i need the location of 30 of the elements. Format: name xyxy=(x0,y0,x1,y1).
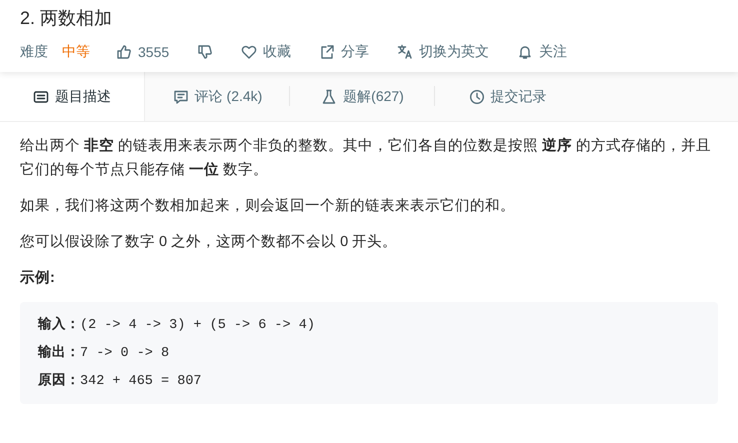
problem-title: 2. 两数相加 xyxy=(20,7,114,30)
translate-icon xyxy=(397,44,414,60)
difficulty-value: 中等 xyxy=(62,43,90,61)
description-paragraph: 给出两个 非空 的链表用来表示两个非负的整数。其中，它们各自的位数是按照 逆序 的方式存储的，并且它们的每个节点只能存储 一位 数字。 xyxy=(20,136,712,180)
description-paragraph: 如果，我们将这两个数相加起来，则会返回一个新的链表来表示它们的和。 xyxy=(20,196,516,216)
tab[interactable]: 题目描述 xyxy=(0,72,145,121)
flask-icon xyxy=(321,88,338,104)
like-button[interactable]: 3555 xyxy=(116,44,170,60)
difficulty-label: 难度 xyxy=(20,43,48,61)
dislike-button[interactable] xyxy=(197,44,214,60)
thumbs-up-icon xyxy=(116,44,132,60)
code-line: 输出：7 -> 0 -> 8 xyxy=(38,343,170,363)
share-button[interactable]: 分享 xyxy=(319,43,370,61)
document-icon xyxy=(33,88,49,104)
comment-icon xyxy=(172,88,189,104)
tab[interactable]: 题解(627) xyxy=(290,72,435,121)
tab[interactable]: 提交记录 xyxy=(435,72,580,121)
heart-icon xyxy=(241,44,258,60)
favorite-button[interactable]: 收藏 xyxy=(241,43,292,61)
description-paragraph: 您可以假设除了数字 0 之外，这两个数都不会以 0 开头。 xyxy=(20,232,398,252)
bell-icon xyxy=(517,44,534,60)
thumbs-down-icon xyxy=(197,44,214,60)
clock-icon xyxy=(468,88,484,104)
example-heading: 示例: xyxy=(20,269,56,288)
tab[interactable]: 评论 (2.4k) xyxy=(145,72,290,121)
code-line: 原因：342 + 465 = 807 xyxy=(38,371,203,391)
follow-button[interactable]: 关注 xyxy=(517,43,568,61)
share-icon xyxy=(319,44,336,60)
translate-button[interactable]: 切换为英文 xyxy=(397,43,490,61)
code-line: 输入：(2 -> 4 -> 3) + (5 -> 6 -> 4) xyxy=(38,315,316,335)
